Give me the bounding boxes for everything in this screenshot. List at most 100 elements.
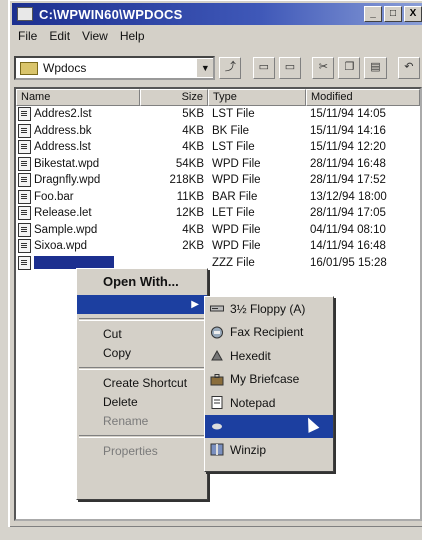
file-type: LST File: [212, 108, 255, 121]
up-folder-button[interactable]: ⤴: [219, 57, 242, 79]
file-type: BAR File: [212, 190, 258, 203]
floppy-drive-icon: [210, 305, 224, 312]
file-modified: 13/12/94 18:00: [310, 190, 387, 203]
disconnect-drive-button[interactable]: ▭: [278, 57, 301, 79]
document-file-icon: [18, 140, 31, 155]
file-type: ZZZ File: [212, 256, 255, 269]
menu-file[interactable]: File: [14, 29, 41, 47]
send-to-winzip[interactable]: Winzip: [205, 438, 333, 462]
document-file-icon: [18, 189, 31, 204]
document-file-icon: [18, 222, 31, 237]
send-to-briefcase[interactable]: My Briefcase: [205, 368, 333, 392]
folder-icon: [20, 61, 38, 75]
table-row[interactable]: Dragnfly.wpd 218KB WPD File 28/11/94 17:52: [16, 172, 420, 189]
table-row[interactable]: Address.lst 4KB LST File 15/11/94 12:20: [16, 139, 420, 156]
file-modified: 28/11/94 17:52: [310, 174, 386, 187]
column-name-header[interactable]: Name: [16, 89, 140, 106]
send-to-floppy[interactable]: 3½ Floppy (A): [205, 297, 333, 321]
submenu-arrow-icon: ▶: [191, 299, 199, 310]
send-to-item-label: My Briefcase: [230, 372, 300, 387]
document-file-icon: [18, 156, 31, 171]
paste-button[interactable]: ▤: [364, 57, 387, 79]
table-row[interactable]: Foo.bar 11KB BAR File 13/12/94 18:00: [16, 189, 420, 206]
file-type: WPD File: [212, 223, 261, 236]
menu-rename[interactable]: Rename: [77, 412, 207, 431]
menu-copy[interactable]: Copy: [77, 344, 207, 363]
menu-help[interactable]: Help: [116, 29, 149, 47]
file-size: 4KB: [182, 124, 204, 137]
file-name: Bikestat.wpd: [34, 157, 100, 170]
cut-button[interactable]: ✂: [312, 57, 335, 79]
file-rows: Addres2.lst 5KB LST File 15/11/94 14:05 Addr…: [16, 106, 420, 271]
file-modified: 04/11/94 08:10: [310, 223, 386, 236]
menu-separator: [79, 435, 205, 438]
file-size: 11KB: [176, 190, 204, 203]
menu-properties[interactable]: Properties: [77, 442, 207, 461]
file-name: Address.lst: [34, 141, 91, 154]
file-size: 218KB: [169, 174, 204, 187]
table-row[interactable]: Address.bk 4KB BK File 15/11/94 14:16: [16, 123, 420, 140]
table-row[interactable]: Release.let 12KB LET File 28/11/94 17:05: [16, 205, 420, 222]
window-title: C:\WPWIN60\WPDOCS: [39, 6, 183, 22]
file-size: 2KB: [182, 240, 204, 253]
briefcase-icon: [210, 373, 224, 386]
menu-create-shortcut[interactable]: Create Shortcut: [77, 374, 207, 393]
file-modified: 15/11/94 14:16: [310, 124, 386, 137]
menu-open-with[interactable]: Open With...: [77, 269, 207, 295]
send-to-notepad[interactable]: Notepad: [205, 391, 333, 415]
document-file-icon: [18, 173, 31, 188]
menu-delete[interactable]: Delete: [77, 393, 207, 412]
menu-cut[interactable]: Cut: [77, 325, 207, 344]
file-size: 4KB: [182, 141, 204, 154]
send-to-item-label: Notepad: [230, 395, 276, 410]
file-size: 5KB: [182, 108, 204, 121]
context-menu: Open With... ▶ Cut Copy Create Shortcut …: [76, 268, 208, 500]
file-size: 54KB: [175, 157, 204, 170]
column-header-row: Name Size Type Modified: [16, 89, 420, 106]
folder-dropdown-value: Wpdocs: [43, 61, 87, 75]
file-name: Foo.bar: [34, 190, 74, 203]
send-to-fax[interactable]: Fax Recipient: [205, 321, 333, 345]
notepad-icon: [211, 396, 223, 410]
title-bar[interactable]: C:\WPWIN60\WPDOCS _ □ X: [12, 3, 422, 25]
screen-frame: C:\WPWIN60\WPDOCS _ □ X File Edit View H…: [0, 0, 422, 540]
map-drive-button[interactable]: ▭: [252, 57, 275, 79]
table-row[interactable]: Sixoa.wpd 2KB WPD File 14/11/94 16:48: [16, 238, 420, 255]
file-name: Release.let: [34, 207, 92, 220]
send-to-item-label: 3½ Floppy (A): [230, 301, 306, 316]
file-type: LST File: [212, 141, 255, 154]
menu-view[interactable]: View: [78, 29, 112, 47]
file-modified: 28/11/94 17:05: [310, 207, 386, 220]
minimize-button[interactable]: _: [364, 6, 382, 22]
mouse-cursor-icon: [302, 414, 320, 433]
column-size-header[interactable]: Size: [140, 89, 208, 106]
file-modified: 14/11/94 16:48: [310, 240, 386, 253]
folder-dropdown[interactable]: Wpdocs ▼: [14, 56, 216, 80]
menu-send-to[interactable]: ▶: [77, 295, 207, 314]
menu-bar: File Edit View Help: [14, 29, 149, 47]
undo-button[interactable]: ↶: [397, 57, 420, 79]
file-modified: 15/11/94 14:05: [310, 108, 386, 121]
document-file-icon: [18, 123, 31, 138]
file-name: Sample.wpd: [34, 223, 98, 236]
table-row[interactable]: Sample.wpd 4KB WPD File 04/11/94 08:10: [16, 222, 420, 239]
window-app-icon: [17, 7, 33, 21]
close-button[interactable]: X: [404, 6, 422, 22]
maximize-button[interactable]: □: [384, 6, 402, 22]
hexedit-icon: [211, 350, 223, 361]
file-name: Dragnfly.wpd: [34, 174, 101, 187]
file-type: WPD File: [212, 157, 261, 170]
file-modified: 28/11/94 16:48: [310, 157, 386, 170]
file-type: WPD File: [212, 174, 261, 187]
copy-button[interactable]: ❐: [338, 57, 361, 79]
send-to-submenu: 3½ Floppy (A) Fax Recipient Hexedit My B…: [204, 296, 334, 472]
send-to-hexedit[interactable]: Hexedit: [205, 344, 333, 368]
send-to-highlighted-item[interactable]: [205, 414, 333, 438]
table-row[interactable]: Addres2.lst 5KB LST File 15/11/94 14:05: [16, 106, 420, 123]
chevron-down-icon[interactable]: ▼: [196, 59, 214, 77]
file-modified: 16/01/95 15:28: [310, 256, 387, 269]
table-row[interactable]: Bikestat.wpd 54KB WPD File 28/11/94 16:48: [16, 156, 420, 173]
column-type-header[interactable]: Type: [208, 89, 306, 106]
menu-edit[interactable]: Edit: [45, 29, 74, 47]
column-modified-header[interactable]: Modified: [306, 89, 420, 106]
